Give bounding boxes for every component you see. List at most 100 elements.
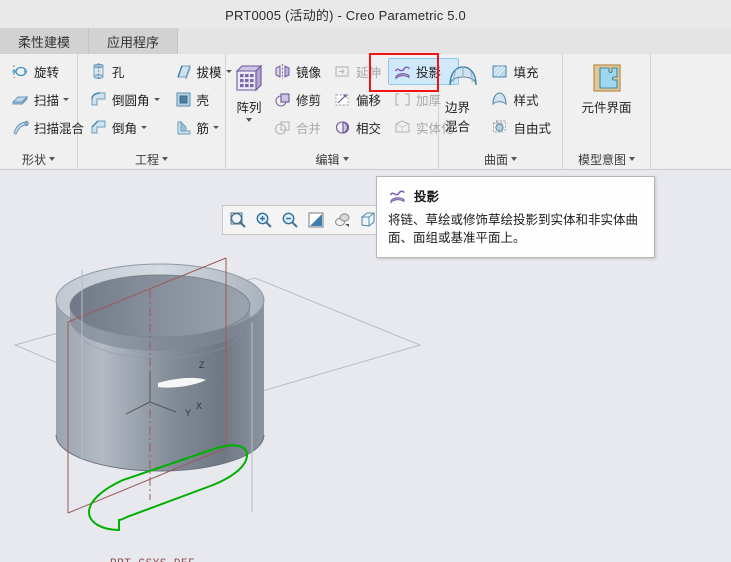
ribbon-item-offset[interactable]: 偏移: [328, 86, 386, 113]
boundary-blend-icon: [446, 61, 480, 95]
ribbon-item-trim[interactable]: 修剪: [268, 86, 326, 113]
ribbon-item-fill[interactable]: 填充: [485, 58, 556, 85]
round-icon: [89, 90, 108, 109]
ribbon-item-hole[interactable]: 孔: [84, 58, 165, 85]
ribbon-item-label: 拔模: [196, 66, 222, 80]
zoom-in-icon[interactable]: [252, 208, 276, 232]
ribbon-item-label: 延伸: [356, 66, 382, 80]
tab-strip-filler: [178, 28, 731, 54]
group-label-text: 曲面: [483, 152, 508, 167]
zoom-out-icon[interactable]: [278, 208, 302, 232]
chamfer-icon: [89, 118, 108, 137]
offset-icon: [333, 90, 352, 109]
merge-icon: [273, 118, 292, 137]
chevron-down-icon[interactable]: [511, 157, 517, 161]
ribbon-button-label: 阵列: [236, 101, 262, 115]
ribbon-item-merge: 合并: [268, 114, 326, 141]
ribbon-item-label: 扫描: [34, 94, 60, 108]
trim-icon: [273, 90, 292, 109]
hole-icon: [89, 62, 108, 81]
extend-icon: [333, 62, 352, 81]
ribbon-item-intersect[interactable]: 相交: [328, 114, 386, 141]
ribbon-item-swept-blend[interactable]: 扫描混合: [6, 114, 89, 141]
swept-blend-icon: [11, 118, 30, 137]
chevron-down-icon[interactable]: [213, 126, 220, 129]
refit-icon[interactable]: [304, 208, 328, 232]
style-icon: [490, 90, 509, 109]
ribbon: 旋转 扫描 扫描混合 形状 孔 倒圆角 倒角 拔模 壳 筋 工程 阵列 镜像 修…: [0, 54, 731, 170]
tooltip-title: 投影: [414, 190, 440, 204]
sweep-icon: [11, 90, 30, 109]
tab-flexible-modeling[interactable]: 柔性建模: [0, 28, 90, 54]
shell-icon: [174, 90, 193, 109]
freestyle-icon: [490, 118, 509, 137]
chevron-down-icon[interactable]: [246, 118, 252, 122]
ribbon-item-label: 偏移: [356, 94, 382, 108]
chevron-down-icon[interactable]: [162, 157, 168, 161]
ribbon-item-chamfer[interactable]: 倒角: [84, 114, 165, 141]
group-label-shape[interactable]: 形状: [0, 148, 77, 170]
csys-label: PRT_CSYS_DEF: [110, 558, 195, 562]
ribbon-item-label: 筋: [196, 122, 210, 136]
tooltip-project: 投影 将链、草绘或修饰草绘投影到实体和非实体曲面、面组或基准平面上。: [376, 176, 655, 258]
ribbon-item-label: 样式: [513, 94, 539, 108]
ribbon-button-label: 边界混合: [445, 101, 471, 134]
ribbon-item-label: 相交: [356, 122, 382, 136]
intersect-icon: [333, 118, 352, 137]
group-model-intent: 元件界面 模型意图: [563, 54, 651, 170]
part-cylinder: [55, 263, 265, 472]
ribbon-item-label: 合并: [296, 122, 322, 136]
display-style-icon[interactable]: [330, 208, 354, 232]
thicken-icon: [393, 90, 412, 109]
axis-label-y: Y: [185, 408, 192, 418]
chevron-down-icon[interactable]: [49, 157, 55, 161]
group-label-model-intent[interactable]: 模型意图: [563, 148, 650, 170]
chevron-down-icon[interactable]: [629, 157, 635, 161]
title-bar: PRT0005 (活动的) - Creo Parametric 5.0: [0, 0, 731, 28]
component-interface-icon: [590, 61, 624, 95]
ribbon-item-label: 镜像: [296, 66, 322, 80]
ribbon-item-label: 壳: [196, 94, 210, 108]
ribbon-item-label: 投影: [416, 66, 442, 80]
ribbon-item-round[interactable]: 倒圆角: [84, 86, 165, 113]
zoom-box-icon[interactable]: [226, 208, 250, 232]
ribbon-item-style[interactable]: 样式: [485, 86, 556, 113]
revolve-icon: [11, 62, 30, 81]
group-label-text: 编辑: [315, 152, 340, 167]
chevron-down-icon[interactable]: [342, 157, 349, 161]
group-label-engineering[interactable]: 工程: [78, 148, 225, 170]
group-label-surface[interactable]: 曲面: [439, 148, 562, 170]
chevron-down-icon[interactable]: [141, 126, 148, 129]
fill-icon: [490, 62, 509, 81]
group-surface: 边界混合 填充 样式 自由式 曲面: [439, 54, 563, 170]
ribbon-item-label: 修剪: [296, 94, 322, 108]
group-label-edit[interactable]: 编辑: [226, 148, 438, 170]
ribbon-item-label: 倒圆角: [112, 94, 150, 108]
ribbon-tab-strip: 柔性建模 应用程序: [0, 28, 731, 54]
solidify-icon: [393, 118, 412, 137]
group-shape: 旋转 扫描 扫描混合 形状: [0, 54, 84, 170]
pattern-icon: [232, 61, 266, 95]
axis-label-z: Z: [199, 360, 205, 370]
ribbon-button-boundary-blend[interactable]: 边界混合: [445, 58, 481, 135]
group-label-text: 模型意图: [577, 152, 626, 167]
chevron-down-icon[interactable]: [63, 98, 70, 101]
ribbon-item-sweep[interactable]: 扫描: [6, 86, 89, 113]
tab-applications[interactable]: 应用程序: [89, 28, 179, 54]
ribbon-item-freestyle[interactable]: 自由式: [485, 114, 556, 141]
ribbon-item-label: 旋转: [34, 66, 60, 80]
ribbon-item-label: 自由式: [513, 122, 551, 136]
ribbon-item-label: 扫描混合: [34, 122, 85, 136]
ribbon-item-label: 倒角: [112, 122, 138, 136]
group-engineering: 孔 倒圆角 倒角 拔模 壳 筋 工程: [78, 54, 232, 170]
ribbon-item-revolve[interactable]: 旋转: [6, 58, 89, 85]
graphics-toolbar: [222, 205, 384, 235]
ribbon-button-component-interface[interactable]: 元件界面: [570, 58, 644, 116]
ribbon-item-label: 孔: [112, 66, 125, 80]
group-edit: 阵列 镜像 修剪 合并 延伸 偏移 相交 投影 加厚 实体化 编辑: [226, 54, 459, 170]
ribbon-button-label: 元件界面: [581, 101, 632, 115]
chevron-down-icon[interactable]: [153, 98, 160, 101]
ribbon-item-mirror[interactable]: 镜像: [268, 58, 326, 85]
creo-parametric-window: PRT0005 (活动的) - Creo Parametric 5.0 柔性建模…: [0, 0, 731, 562]
ribbon-button-pattern[interactable]: 阵列: [232, 58, 266, 122]
